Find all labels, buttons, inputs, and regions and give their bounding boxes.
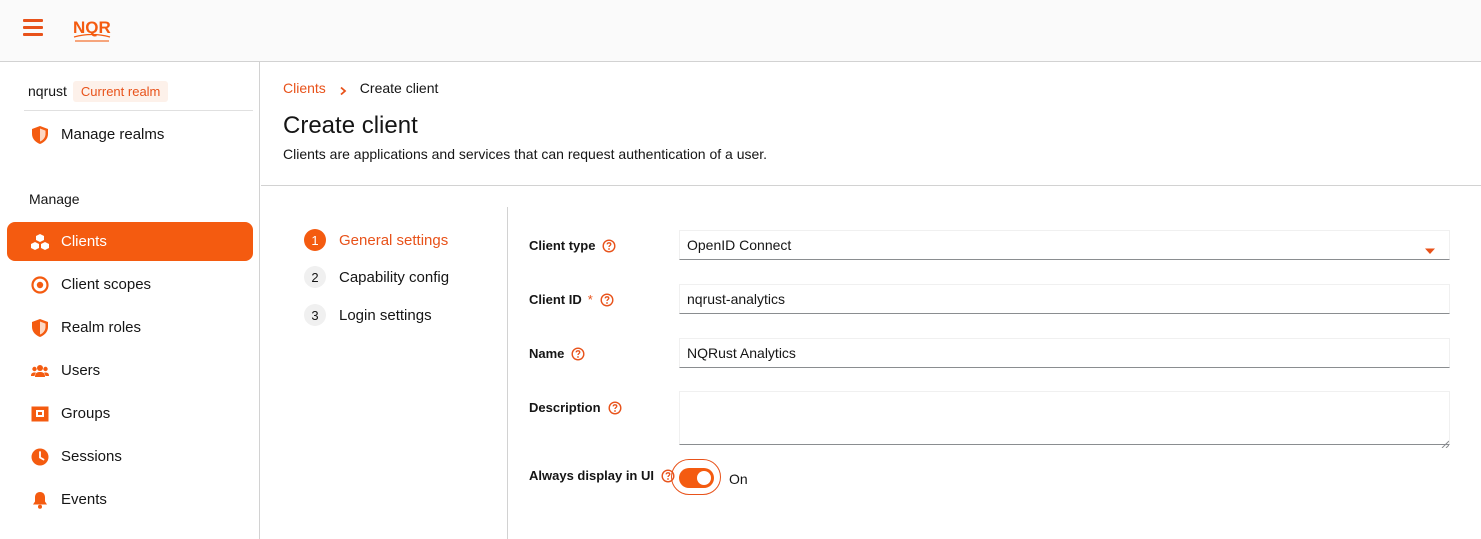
cubes-icon: [31, 233, 49, 251]
client-type-label: Client type: [529, 238, 616, 253]
bell-icon: [31, 491, 49, 509]
client-id-label-text: Client ID: [529, 292, 582, 307]
step-number: 3: [304, 304, 326, 326]
client-type-value: OpenID Connect: [687, 237, 792, 253]
breadcrumb: Clients Create client: [283, 80, 438, 96]
sidebar-item-events[interactable]: Events: [7, 480, 253, 519]
always-display-label-text: Always display in UI: [529, 468, 654, 483]
client-type-label-text: Client type: [529, 238, 596, 253]
realm-selector[interactable]: nqrust Current realm: [28, 80, 169, 102]
sidebar-item-label: Client scopes: [61, 276, 152, 293]
always-display-toggle[interactable]: [679, 468, 714, 488]
sidebar-item-label: Manage realms: [61, 126, 165, 143]
page-title: Create client: [283, 112, 418, 139]
sidebar-divider: [24, 110, 253, 111]
current-realm-badge: Current realm: [72, 80, 169, 102]
sidebar-item-label: Sessions: [61, 448, 122, 465]
help-icon[interactable]: [602, 238, 616, 253]
step-label: Login settings: [339, 306, 432, 324]
sidebar-item-label: Users: [61, 362, 101, 379]
always-display-label: Always display in UI: [529, 468, 675, 483]
sidebar-item-sessions[interactable]: Sessions: [7, 437, 253, 476]
name-label-text: Name: [529, 346, 565, 361]
clock-icon: [31, 448, 49, 466]
main-content: Clients Create client Create client Clie…: [261, 62, 1481, 539]
step-label: Capability config: [339, 268, 450, 286]
header-divider: [261, 185, 1481, 186]
page-description: Clients are applications and services th…: [283, 146, 768, 162]
name-input[interactable]: [679, 338, 1450, 368]
resize-handle-icon[interactable]: [1441, 435, 1450, 449]
required-indicator: *: [587, 292, 593, 307]
brand-logo[interactable]: NQR: [72, 15, 112, 47]
hamburger-icon[interactable]: [23, 19, 43, 37]
sidebar-item-label: Realm roles: [61, 319, 142, 336]
toggle-knob: [697, 471, 711, 485]
sidebar-item-label: Clients: [61, 233, 107, 250]
wizard-step-general-settings[interactable]: 1 General settings: [304, 229, 448, 251]
breadcrumb-link-clients[interactable]: Clients: [283, 80, 326, 96]
section-label-manage: Manage: [29, 191, 80, 207]
step-number: 1: [304, 229, 326, 251]
target-icon: [31, 275, 49, 294]
client-type-select[interactable]: OpenID Connect: [679, 230, 1450, 260]
realm-name: nqrust: [28, 83, 67, 99]
shield-icon: [31, 125, 49, 144]
sidebar-item-groups[interactable]: Groups: [7, 394, 253, 433]
wizard-step-login-settings[interactable]: 3 Login settings: [304, 304, 432, 326]
client-id-label: Client ID *: [529, 292, 614, 307]
sidebar-item-users[interactable]: Users: [7, 351, 253, 390]
masthead: NQR: [0, 0, 1481, 62]
sidebar-item-label: Groups: [61, 405, 111, 422]
toggle-state-label: On: [729, 471, 748, 487]
name-label: Name: [529, 346, 585, 361]
sidebar: nqrust Current realm Manage realms Manag…: [0, 62, 260, 539]
step-label: General settings: [339, 231, 449, 249]
sidebar-item-realm-roles[interactable]: Realm roles: [7, 308, 253, 347]
caret-down-icon: [1425, 242, 1435, 254]
sidebar-item-manage-realms[interactable]: Manage realms: [7, 115, 253, 154]
sidebar-item-client-scopes[interactable]: Client scopes: [7, 265, 253, 304]
help-icon[interactable]: [571, 346, 585, 361]
wizard-divider: [507, 207, 508, 539]
shield-icon: [31, 318, 49, 337]
sidebar-item-clients[interactable]: Clients: [7, 222, 253, 261]
help-icon[interactable]: [600, 292, 614, 307]
help-icon[interactable]: [608, 400, 622, 415]
wizard-step-capability-config[interactable]: 2 Capability config: [304, 266, 449, 288]
users-icon: [31, 362, 49, 380]
breadcrumb-current: Create client: [359, 80, 439, 96]
client-id-input[interactable]: [679, 284, 1450, 314]
sidebar-item-label: Events: [61, 491, 107, 508]
groups-icon: [31, 405, 49, 423]
description-label: Description: [529, 400, 622, 415]
step-number: 2: [304, 266, 326, 288]
description-label-text: Description: [529, 400, 601, 415]
chevron-right-icon: [338, 83, 348, 96]
description-textarea[interactable]: [679, 391, 1450, 445]
